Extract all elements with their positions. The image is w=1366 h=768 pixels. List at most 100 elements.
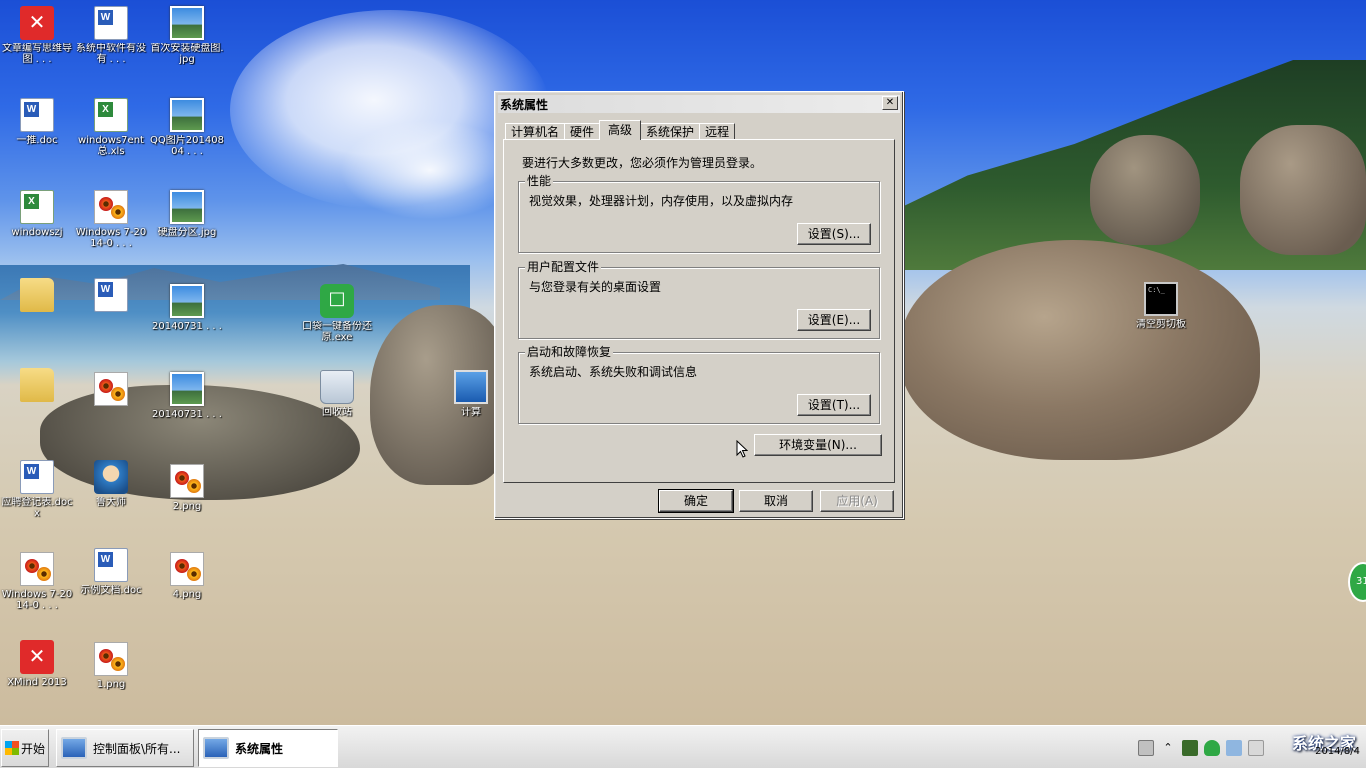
taskbar-item-system-properties[interactable]: 系统属性	[198, 729, 338, 767]
word-doc-icon	[94, 548, 128, 582]
clock-date[interactable]: 2014/8/4	[1315, 746, 1360, 757]
startup-recovery-settings-button[interactable]: 设置(T)...	[797, 394, 871, 416]
excel-icon	[94, 98, 128, 132]
user-profile-group-title: 用户配置文件	[525, 260, 602, 274]
tab-advanced[interactable]: 高级	[599, 120, 642, 140]
word-doc-icon	[94, 6, 128, 40]
desktop-icon[interactable]: windows7ent总.xls	[74, 98, 148, 157]
wallpaper-hill	[880, 60, 1366, 270]
performance-group: 性能 视觉效果，处理器计划，内存使用，以及虚拟内存 设置(S)...	[518, 174, 880, 253]
wallpaper-rock	[900, 240, 1260, 460]
desktop-icon[interactable]: 一推.doc	[0, 98, 74, 146]
desktop-icon[interactable]: 文章编写思维导图 . . .	[0, 6, 74, 65]
user-profile-group: 用户配置文件 与您登录有关的桌面设置 设置(E)...	[518, 260, 880, 339]
startup-recovery-description: 系统启动、系统失败和调试信息	[529, 365, 698, 379]
desktop-icon[interactable]: 首次安装硬盘图.jpg	[150, 6, 224, 65]
user-profile-settings-button[interactable]: 设置(E)...	[797, 309, 871, 331]
tab-system-protection[interactable]: 系统保护	[640, 123, 701, 140]
image-icon	[170, 372, 204, 406]
admin-notice: 要进行大多数更改，您必须作为管理员登录。	[522, 156, 763, 170]
word-doc-icon	[20, 460, 54, 494]
desktop-icon[interactable]: 计算	[448, 370, 494, 418]
cancel-button[interactable]: 取消	[739, 490, 813, 512]
flower-image-icon	[20, 552, 54, 586]
user-profile-description: 与您登录有关的桌面设置	[529, 280, 662, 294]
mouse-cursor-icon	[736, 440, 748, 458]
recycle-bin-icon	[320, 370, 354, 404]
xmind-icon	[20, 640, 54, 674]
taskbar: 开始 控制面板\所有... 系统属性 ⌃ 系统之家 2014/8/4	[0, 725, 1366, 768]
apply-button[interactable]: 应用(A)	[820, 490, 894, 512]
system-properties-dialog: 系统属性 ✕ 计算机名 硬件 高级 系统保护 远程 要进行大多数更改，您必须作为…	[494, 91, 904, 519]
xmind-icon	[20, 6, 54, 40]
desktop-icon[interactable]: XMind 2013	[0, 640, 74, 688]
environment-variables-button[interactable]: 环境变量(N)...	[754, 434, 882, 456]
start-label: 开始	[21, 741, 46, 756]
desktop-icon[interactable]: 硬盘分区.jpg	[150, 190, 224, 238]
start-button[interactable]: 开始	[1, 729, 49, 767]
desktop-icon[interactable]: 20140731 . . .	[150, 372, 224, 420]
word-doc-icon	[20, 98, 54, 132]
desktop-icon[interactable]: 回收站	[300, 370, 374, 418]
startup-recovery-group: 启动和故障恢复 系统启动、系统失败和调试信息 设置(T)...	[518, 345, 880, 424]
desktop-icon[interactable]: 鲁大师	[74, 460, 148, 508]
desktop-icon[interactable]: Windows 7-2014-0 . . .	[0, 552, 74, 611]
taskbar-item-control-panel[interactable]: 控制面板\所有...	[56, 729, 194, 767]
advanced-tab-panel: 要进行大多数更改，您必须作为管理员登录。 性能 视觉效果，处理器计划，内存使用，…	[503, 139, 895, 483]
desktop-icon[interactable]	[0, 278, 74, 315]
folder-icon	[20, 368, 54, 402]
desktop-icon[interactable]: 20140731 . . .	[150, 284, 224, 332]
desktop-icon-clear-clipboard[interactable]: 清空剪切板	[1124, 282, 1198, 330]
image-icon	[170, 6, 204, 40]
close-button[interactable]: ✕	[882, 96, 898, 110]
security-shield-icon[interactable]	[1204, 740, 1220, 756]
desktop-icon[interactable]: Windows 7-2014-0 . . .	[74, 190, 148, 249]
desktop-icon[interactable]: QQ图片20140804 . . .	[150, 98, 224, 157]
flower-image-icon	[94, 190, 128, 224]
tab-remote[interactable]: 远程	[699, 123, 736, 140]
side-widget-badge[interactable]: 31	[1348, 562, 1366, 602]
network-icon[interactable]	[1226, 740, 1242, 756]
tab-strip: 计算机名 硬件 高级 系统保护 远程	[505, 120, 736, 140]
performance-description: 视觉效果，处理器计划，内存使用，以及虚拟内存	[529, 194, 794, 208]
desktop-icon[interactable]: 口袋一键备份还原.exe	[300, 284, 374, 343]
desktop-icon[interactable]	[74, 372, 148, 409]
tab-computer-name[interactable]: 计算机名	[505, 123, 566, 140]
windows-logo-icon	[5, 741, 19, 755]
show-hidden-icons-icon[interactable]: ⌃	[1160, 740, 1176, 756]
desktop-icon[interactable]: 1.png	[74, 642, 148, 690]
startup-recovery-group-title: 启动和故障恢复	[525, 345, 614, 359]
cmd-icon	[1144, 282, 1178, 316]
desktop-icon[interactable]: 应聘登记表.docx	[0, 460, 74, 519]
desktop-icon[interactable]: 4.png	[150, 552, 224, 600]
excel-icon	[20, 190, 54, 224]
ludashi-icon	[94, 460, 128, 494]
system-properties-icon	[203, 737, 229, 759]
computer-icon	[454, 370, 488, 404]
performance-group-title: 性能	[525, 174, 554, 188]
taskbar-item-label: 系统属性	[235, 741, 284, 756]
desktop-icon[interactable]	[0, 368, 74, 405]
performance-settings-button[interactable]: 设置(S)...	[797, 223, 871, 245]
image-icon	[170, 284, 204, 318]
wallpaper-rock	[1240, 125, 1366, 255]
flower-image-icon	[94, 372, 128, 406]
tray-app-icon[interactable]	[1182, 740, 1198, 756]
keyboard-icon[interactable]	[1138, 740, 1154, 756]
image-icon	[170, 190, 204, 224]
volume-icon[interactable]	[1248, 740, 1264, 756]
desktop-icon[interactable]: 示例文档.doc	[74, 548, 148, 596]
tab-hardware[interactable]: 硬件	[564, 123, 601, 140]
control-panel-icon	[61, 737, 87, 759]
wallpaper-cloud	[340, 120, 520, 220]
green-app-icon	[320, 284, 354, 318]
taskbar-item-label: 控制面板\所有...	[93, 741, 181, 756]
ok-button[interactable]: 确定	[658, 489, 734, 513]
desktop-icon[interactable]	[74, 278, 148, 315]
dialog-titlebar[interactable]: 系统属性 ✕	[498, 95, 900, 113]
desktop-icon[interactable]: 2.png	[150, 464, 224, 512]
word-doc-icon	[94, 278, 128, 312]
desktop-icon[interactable]: 系统中软件有没有 . . .	[74, 6, 148, 65]
desktop-icon[interactable]: windowszj	[0, 190, 74, 238]
dialog-title: 系统属性	[500, 97, 549, 112]
